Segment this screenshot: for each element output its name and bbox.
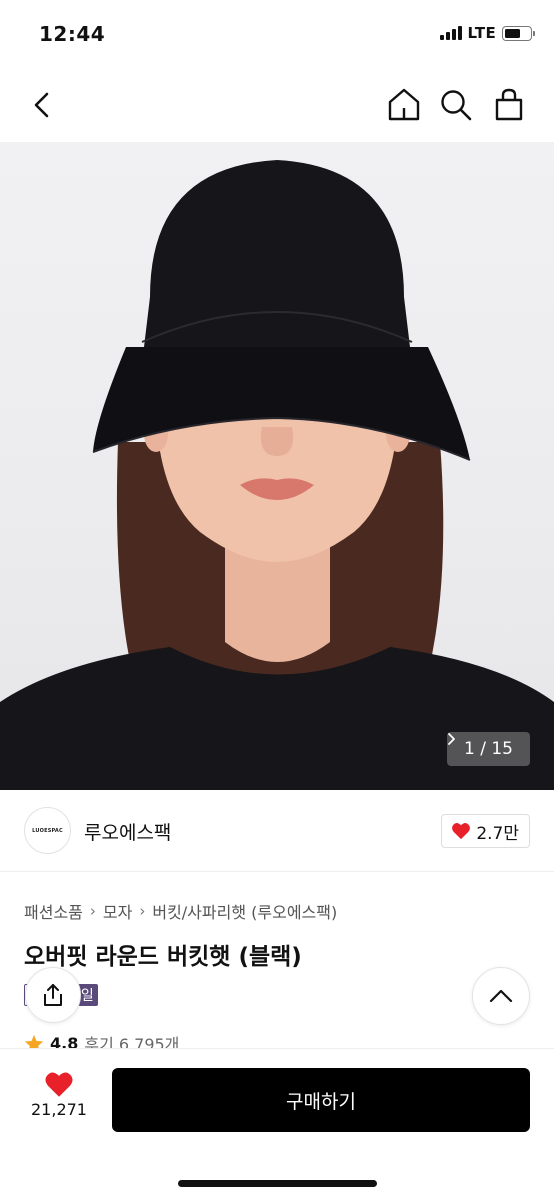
product-title: 오버핏 라운드 버킷햇 (블랙): [24, 944, 302, 970]
breadcrumb-item[interactable]: 버킷/사파리햇 (루오에스팩): [152, 899, 337, 923]
home-icon: [388, 88, 420, 121]
heart-icon: [45, 1072, 73, 1097]
share-icon: [44, 984, 62, 1006]
breadcrumb-item[interactable]: 패션소품: [24, 899, 83, 923]
like-count: 21,271: [31, 1100, 87, 1119]
search-button[interactable]: [436, 85, 476, 125]
network-label: LTE: [467, 24, 496, 42]
brand-row[interactable]: LUOESPAC 루오에스팩 2.7만: [0, 790, 554, 872]
top-nav: [0, 66, 554, 142]
buy-button[interactable]: 구매하기: [112, 1068, 530, 1132]
cart-button[interactable]: [489, 85, 529, 125]
home-indicator: [178, 1180, 377, 1187]
battery-icon: [502, 25, 535, 41]
scroll-top-button[interactable]: [472, 967, 530, 1025]
brand-logo[interactable]: LUOESPAC: [24, 807, 71, 854]
home-button[interactable]: [384, 85, 424, 125]
product-photo: [0, 160, 554, 790]
image-counter[interactable]: 1 / 15: [447, 732, 530, 766]
breadcrumb-item[interactable]: 모자: [103, 899, 132, 923]
shopping-bag-icon: [495, 88, 523, 121]
status-bar: 12:44 LTE: [0, 0, 554, 66]
breadcrumb: 패션소품 › 모자 › 버킷/사파리햇 (루오에스팩): [24, 899, 337, 923]
bottom-bar: 21,271 구매하기: [0, 1048, 554, 1200]
chevron-right-icon: [448, 733, 455, 745]
battery-fill: [505, 28, 520, 38]
chevron-up-icon: [489, 989, 513, 1003]
brand-like-button[interactable]: 2.7만: [441, 814, 530, 848]
brand-logo-text: LUOESPAC: [32, 827, 63, 834]
product-image[interactable]: 1 / 15: [0, 142, 554, 790]
brand-like-count: 2.7만: [476, 823, 519, 844]
chevron-left-icon: [34, 92, 49, 118]
like-button[interactable]: 21,271: [24, 1071, 94, 1119]
back-button[interactable]: [22, 86, 62, 126]
image-counter-text: 1 / 15: [464, 739, 513, 759]
status-time: 12:44: [39, 22, 106, 46]
brand-name[interactable]: 루오에스팩: [84, 818, 171, 845]
search-icon: [441, 90, 472, 121]
signal-icon: [439, 26, 462, 40]
chevron-right-icon: ›: [89, 902, 96, 920]
share-button[interactable]: [25, 967, 81, 1023]
chevron-right-icon: ›: [139, 902, 146, 920]
buy-button-label: 구매하기: [286, 1090, 356, 1113]
heart-icon: [452, 823, 471, 840]
status-indicators: LTE: [439, 24, 535, 42]
